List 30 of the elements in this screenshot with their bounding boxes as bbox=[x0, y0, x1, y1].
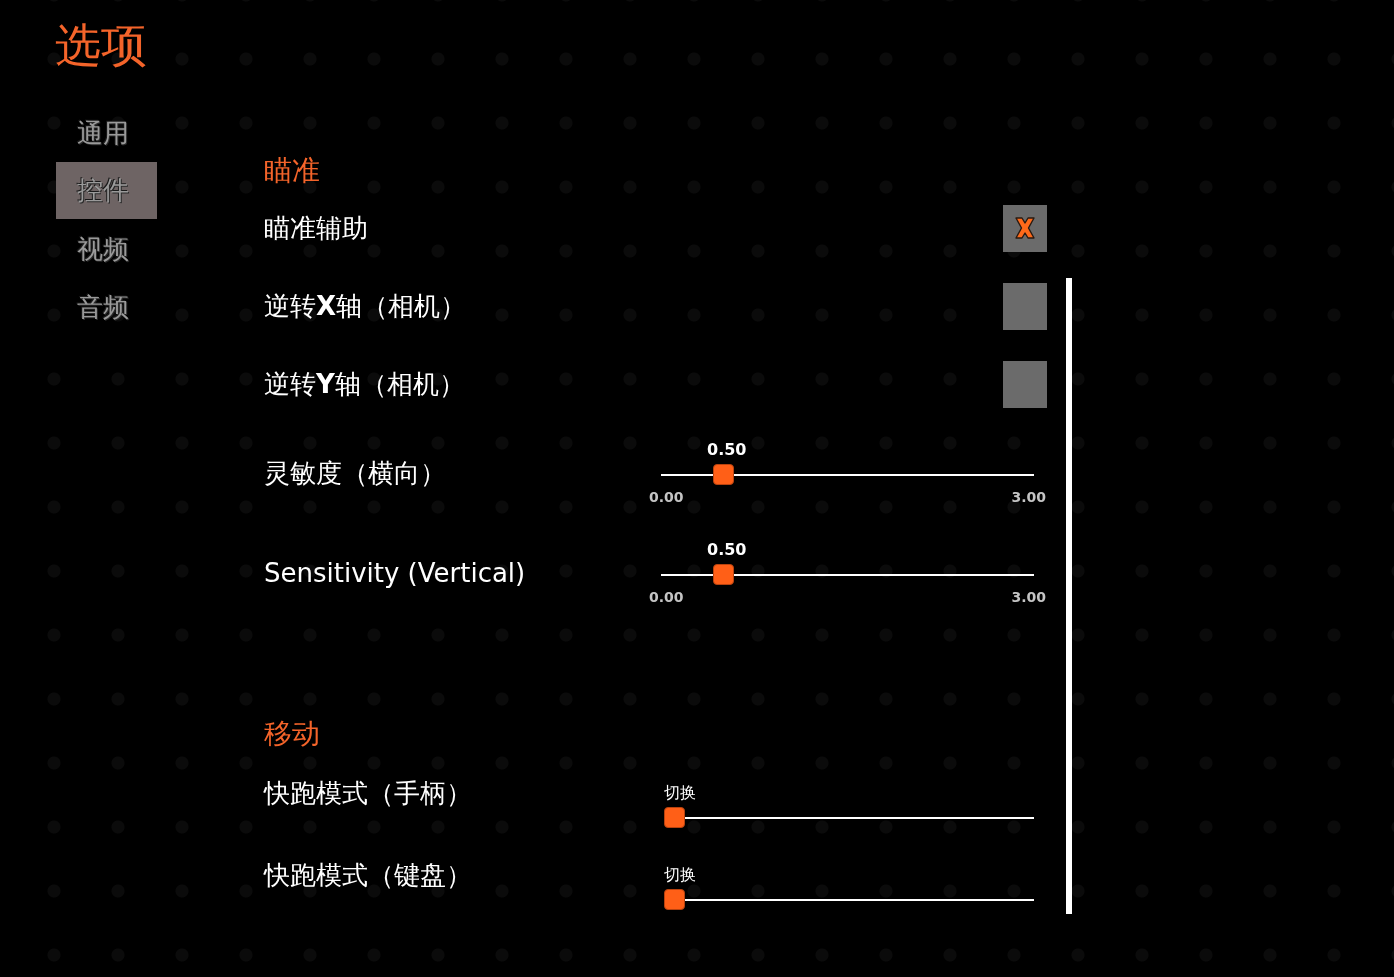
checkbox[interactable] bbox=[1003, 282, 1047, 330]
slider-thumb[interactable] bbox=[713, 564, 735, 585]
section-heading: 瞄准 bbox=[264, 153, 320, 189]
sidebar-tab[interactable]: 音频 bbox=[56, 278, 157, 336]
slider-value: 切换 bbox=[664, 865, 696, 885]
sidebar-tab[interactable]: 通用 bbox=[56, 104, 157, 162]
slider-value: 0.50 bbox=[707, 440, 747, 460]
slider-min-label: 0.00 bbox=[649, 489, 684, 505]
checkbox[interactable] bbox=[1003, 204, 1047, 252]
setting-label: Sensitivity (Vertical) bbox=[264, 557, 526, 590]
slider-value: 切换 bbox=[664, 783, 696, 803]
setting-label: 瞄准辅助 bbox=[264, 212, 368, 245]
setting-label: 快跑模式（键盘） bbox=[264, 859, 472, 892]
sidebar-tab[interactable]: 视频 bbox=[56, 220, 157, 278]
slider-thumb[interactable] bbox=[713, 464, 735, 485]
slider-max-label: 3.00 bbox=[1011, 589, 1046, 605]
slider-min-label: 0.00 bbox=[649, 589, 684, 605]
setting-label: 逆转X轴（相机） bbox=[264, 290, 467, 323]
checkbox[interactable] bbox=[1003, 360, 1047, 408]
setting-label: 灵敏度（横向） bbox=[264, 457, 446, 490]
setting-label: 快跑模式（手柄） bbox=[264, 777, 472, 810]
slider-thumb[interactable] bbox=[664, 889, 685, 910]
section-heading: 移动 bbox=[264, 716, 320, 752]
slider-thumb[interactable] bbox=[664, 807, 685, 828]
slider-max-label: 3.00 bbox=[1011, 489, 1046, 505]
scrollbar[interactable] bbox=[1066, 278, 1072, 914]
page-title: 选项 bbox=[55, 17, 147, 73]
cross-icon bbox=[1013, 216, 1037, 240]
slider-value: 0.50 bbox=[707, 540, 747, 560]
setting-label: 逆转Y轴（相机） bbox=[264, 368, 465, 401]
